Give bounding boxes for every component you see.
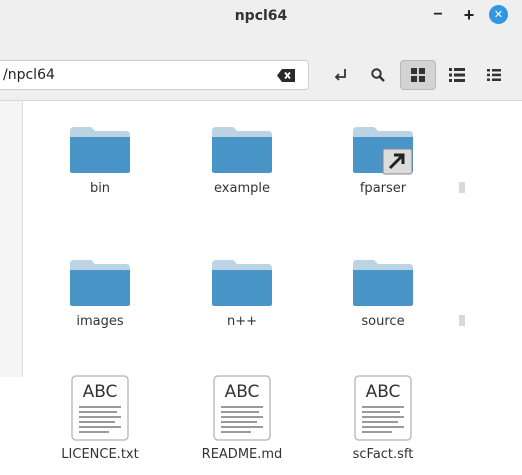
maximize-button[interactable]: + [459, 5, 479, 25]
grid-icon [411, 68, 425, 82]
scrollbar-mark[interactable] [459, 182, 465, 193]
file-item-fparser[interactable]: fparser [323, 125, 443, 196]
file-item-images[interactable]: images [40, 258, 160, 329]
file-name: LICENCE.txt [61, 447, 139, 462]
folder-icon [70, 260, 130, 306]
search-icon [371, 68, 385, 82]
file-view[interactable]: bin example fparser images n++ source AB… [23, 101, 522, 475]
folder-icon [212, 127, 272, 173]
scrollbar-mark[interactable] [459, 315, 465, 326]
file-item-scfact[interactable]: ABC scFact.sft [323, 375, 443, 462]
icon-view-button[interactable] [400, 60, 436, 90]
file-preview: ABC [225, 382, 260, 402]
file-name: images [76, 314, 124, 329]
file-item-source[interactable]: source [323, 258, 443, 329]
compact-view-button[interactable] [478, 60, 510, 90]
arrow-return-icon [334, 69, 346, 81]
file-name: bin [89, 181, 111, 196]
file-name: source [361, 314, 405, 329]
folder-link-icon [353, 127, 413, 175]
file-name: example [214, 181, 270, 196]
folder-icon [70, 127, 130, 173]
location-bar[interactable]: /npcl64 [0, 60, 309, 90]
file-preview: ABC [366, 382, 401, 402]
go-to-location-button[interactable] [325, 60, 357, 90]
text-file-icon: ABC [71, 375, 129, 441]
compact-grid-icon [487, 69, 501, 81]
file-name: README.md [201, 447, 283, 462]
search-button[interactable] [362, 60, 394, 90]
sidebar[interactable] [0, 101, 23, 377]
file-item-readme[interactable]: ABC README.md [182, 375, 302, 462]
file-preview: ABC [83, 382, 118, 402]
text-file-icon: ABC [354, 375, 412, 441]
file-item-npp[interactable]: n++ [182, 258, 302, 329]
minimize-button[interactable]: − [428, 5, 448, 25]
toolbar: /npcl64 [0, 30, 522, 101]
file-name: scFact.sft [352, 447, 414, 462]
file-item-bin[interactable]: bin [40, 125, 160, 196]
file-name: n++ [226, 314, 258, 329]
folder-icon [353, 260, 413, 306]
list-view-button[interactable] [441, 60, 473, 90]
title-bar: npcl64 − + ✕ [0, 0, 522, 30]
location-path[interactable]: /npcl64 [3, 67, 55, 83]
close-button[interactable]: ✕ [489, 5, 508, 24]
file-item-licence[interactable]: ABC LICENCE.txt [40, 375, 160, 462]
file-name: fparser [359, 181, 407, 196]
list-icon [449, 68, 465, 82]
file-item-example[interactable]: example [182, 125, 302, 196]
clear-location-icon[interactable] [277, 69, 295, 82]
folder-icon [212, 260, 272, 306]
text-file-icon: ABC [213, 375, 271, 441]
